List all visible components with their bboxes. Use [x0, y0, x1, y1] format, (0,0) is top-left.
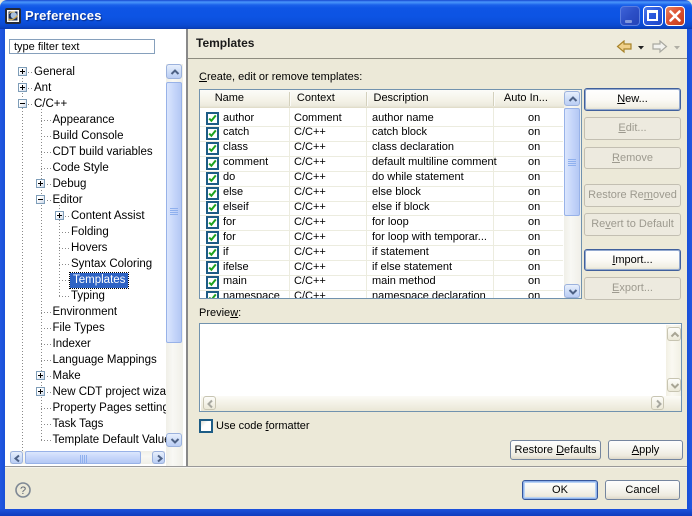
svg-text:?: ?: [20, 485, 26, 497]
